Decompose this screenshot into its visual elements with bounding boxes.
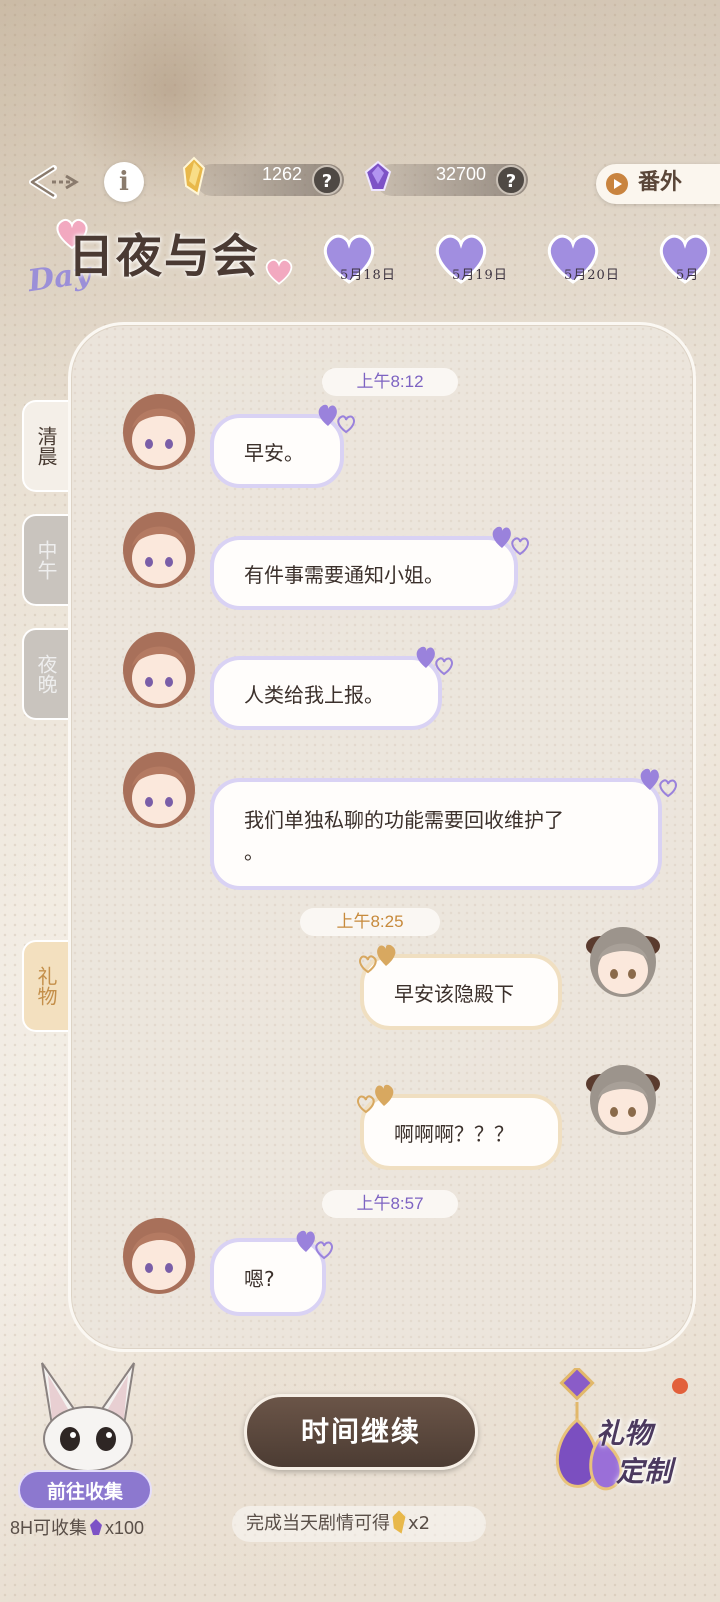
event-title: Day 日夜与会 bbox=[22, 212, 312, 302]
timestamp: 上午8:12 bbox=[322, 368, 458, 396]
date-chip[interactable]: 5月 bbox=[654, 230, 720, 290]
tab-noon[interactable]: 中午 bbox=[22, 514, 68, 606]
collect-note-prefix: 8H可收集 bbox=[10, 1518, 88, 1538]
message-text: 早安该隐殿下 bbox=[394, 981, 514, 1006]
message-text: 啊啊啊？？？ bbox=[394, 1121, 514, 1146]
date-label: 5月20日 bbox=[564, 268, 620, 283]
tab-gift[interactable]: 礼物 bbox=[22, 940, 68, 1032]
date-label: 5月 bbox=[676, 268, 700, 283]
gold-currency: 1262 ? bbox=[196, 164, 344, 196]
chat-bubble-left: 人类给我上报。 bbox=[210, 656, 442, 730]
purple-heart-icon bbox=[492, 526, 530, 556]
message-text: 我们单独私聊的功能需要回收维护了 bbox=[244, 808, 564, 832]
gold-heart-icon bbox=[358, 944, 396, 974]
custom-label-line1: 礼物 bbox=[596, 1417, 653, 1450]
female-avatar-icon bbox=[586, 927, 660, 997]
purple-gem-icon bbox=[90, 1519, 103, 1535]
heart-decoration-icon bbox=[265, 259, 293, 285]
male-avatar-icon bbox=[123, 512, 195, 588]
back-button[interactable] bbox=[26, 162, 82, 202]
purple-heart-icon bbox=[296, 1230, 334, 1260]
date-label: 5月18日 bbox=[340, 268, 396, 283]
tab-night[interactable]: 夜晚 bbox=[22, 628, 68, 720]
message-text: 有件事需要通知小姐。 bbox=[244, 562, 444, 587]
reward-note-suffix: x2 bbox=[408, 1513, 431, 1534]
purple-gem-icon bbox=[364, 160, 392, 191]
gem-value: 32700 bbox=[435, 164, 486, 184]
back-arrow-icon bbox=[29, 165, 79, 199]
tab-morning[interactable]: 清晨 bbox=[22, 400, 68, 492]
extra-story-label: 番外 bbox=[638, 169, 683, 195]
info-button[interactable]: i bbox=[104, 162, 144, 202]
message-text: 。 bbox=[244, 840, 264, 864]
title-main-text: 日夜与会 bbox=[68, 229, 260, 283]
gold-help-button[interactable]: ? bbox=[312, 165, 342, 195]
gem-help-button[interactable]: ? bbox=[496, 165, 526, 195]
collect-note: 8H可收集 x100 bbox=[10, 1514, 144, 1540]
gem-currency: 32700 ? bbox=[376, 164, 528, 196]
chat-bubble-left: 有件事需要通知小姐。 bbox=[210, 536, 518, 610]
purple-heart-icon bbox=[318, 404, 356, 434]
date-selector: 5月18日 5月19日 5月20日 5月 bbox=[318, 230, 720, 290]
time-continue-button[interactable]: 时间继续 bbox=[244, 1394, 478, 1470]
timestamp: 上午8:25 bbox=[300, 908, 440, 936]
gift-custom-button[interactable]: 礼物 定制 bbox=[540, 1368, 716, 1502]
date-label: 5月19日 bbox=[452, 268, 508, 283]
custom-label-line2: 定制 bbox=[616, 1455, 673, 1488]
top-bar: i 1262 ? 32700 ? 番外 bbox=[0, 156, 720, 206]
male-avatar-icon bbox=[123, 752, 195, 828]
gold-crystal-icon bbox=[392, 1510, 406, 1534]
female-avatar-icon bbox=[586, 1065, 660, 1135]
date-chip[interactable]: 5月20日 bbox=[542, 230, 652, 290]
chat-bubble-left: 我们单独私聊的功能需要回收维护了 。 bbox=[210, 778, 662, 890]
play-icon bbox=[606, 173, 628, 195]
male-avatar-icon bbox=[123, 1218, 195, 1294]
message-text: 人类给我上报。 bbox=[244, 682, 384, 707]
date-chip[interactable]: 5月19日 bbox=[430, 230, 540, 290]
message-text: 早安。 bbox=[244, 440, 304, 465]
message-text: 嗯? bbox=[244, 1266, 275, 1291]
reward-note-prefix: 完成当天剧情可得 bbox=[246, 1513, 390, 1534]
go-collect-button[interactable]: 前往收集 bbox=[18, 1470, 152, 1510]
male-avatar-icon bbox=[123, 632, 195, 708]
date-chip[interactable]: 5月18日 bbox=[318, 230, 428, 290]
extra-story-button[interactable]: 番外 bbox=[596, 164, 720, 204]
gold-value: 1262 bbox=[261, 164, 302, 184]
daily-reward-note: 完成当天剧情可得 x2 bbox=[232, 1506, 486, 1542]
male-avatar-icon bbox=[123, 394, 195, 470]
gold-crystal-icon bbox=[182, 156, 206, 196]
notification-dot bbox=[672, 1378, 688, 1394]
purple-heart-icon bbox=[416, 646, 454, 676]
purple-heart-icon bbox=[640, 768, 678, 798]
collect-note-suffix: x100 bbox=[105, 1518, 145, 1538]
timestamp: 上午8:57 bbox=[322, 1190, 458, 1218]
bunny-mascot-icon bbox=[41, 1362, 135, 1472]
gold-heart-icon bbox=[356, 1084, 394, 1114]
